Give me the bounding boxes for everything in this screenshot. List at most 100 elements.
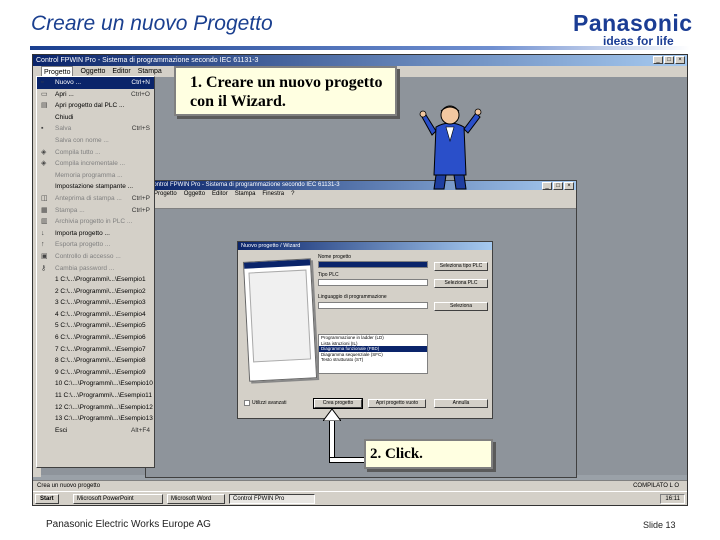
close-icon[interactable]: × <box>564 182 574 190</box>
menu-item-label: Memoria programma ... <box>55 171 123 179</box>
menu-item-label: Controllo di accesso ... <box>55 252 121 260</box>
menu-item[interactable]: ◫ Anteprima di stampa ... Ctrl+P <box>37 193 154 205</box>
language-label: Linguaggio di programmazione <box>318 294 387 300</box>
language-list[interactable]: Programmazione in ladder (LD) Lista istru… <box>318 334 428 374</box>
language-list-item[interactable]: Testo strutturato (ST) <box>319 357 427 363</box>
taskbar-item-word[interactable]: Microsoft Word <box>167 494 225 504</box>
new-file-icon: ▫ <box>41 79 44 86</box>
select-plc-type-button[interactable]: Seleziona tipo PLC <box>434 262 488 271</box>
menu-item[interactable]: 1 C:\...\Programmi\...\Esempio1 <box>37 274 154 286</box>
create-project-button[interactable]: Crea progetto <box>313 398 363 409</box>
menu-stampa[interactable]: Stampa <box>235 190 256 199</box>
preview-icon: ◫ <box>41 194 48 202</box>
menu-item[interactable]: Salva con nome ... <box>37 135 154 147</box>
project-name-field[interactable] <box>318 261 428 268</box>
menu-item-label: 11 C:\...\Programmi\...\Esempio11 <box>55 392 152 400</box>
menu-item-label: 9 C:\...\Programmi\...\Esempio9 <box>55 368 146 376</box>
panasonic-logo: Panasonic ideas for life <box>573 10 693 48</box>
menu-item[interactable]: Impostazione stampante ... <box>37 181 154 193</box>
slide-number: Slide 13 <box>643 520 676 530</box>
menu-item[interactable]: Esci Alt+F4 <box>37 425 154 437</box>
title-divider <box>30 46 690 50</box>
arrow-head-icon <box>323 409 341 421</box>
app-screenshot: Control FPWIN Pro - Sistema di programma… <box>32 54 688 506</box>
menu-item[interactable]: 4 C:\...\Programmi\...\Esempio4 <box>37 309 154 321</box>
minimize-icon[interactable]: _ <box>653 56 663 64</box>
advanced-checkbox-label: Utilizzi avanzati <box>252 400 287 406</box>
menu-item-label: Cambia password ... <box>55 264 115 272</box>
menu-item[interactable]: 2 C:\...\Programmi\...\Esempio2 <box>37 286 154 298</box>
menu-item[interactable]: ▣ Controllo di accesso ... <box>37 251 154 263</box>
checkbox-box[interactable] <box>244 400 250 406</box>
menu-item-shortcut: Ctrl+O <box>131 90 150 98</box>
menu-item[interactable]: 8 C:\...\Programmi\...\Esempio8 <box>37 355 154 367</box>
menu-item-label: Nuovo ... <box>55 79 82 86</box>
advanced-checkbox[interactable]: Utilizzi avanzati <box>244 400 286 406</box>
menu-oggetto[interactable]: Oggetto <box>184 190 205 199</box>
taskbar-item-fpwin[interactable]: Control FPWIN Pro <box>229 494 315 504</box>
menu-item[interactable]: 7 C:\...\Programmi\...\Esempio7 <box>37 344 154 356</box>
start-button[interactable]: Start <box>35 494 59 504</box>
menu-item[interactable]: ▥ Archivia progetto in PLC ... <box>37 216 154 228</box>
menu-item-shortcut: Ctrl+P <box>131 206 150 214</box>
menu-item-label: 8 C:\...\Programmi\...\Esempio8 <box>55 357 146 365</box>
menu-item-shortcut: Ctrl+P <box>131 194 150 202</box>
select-language-button[interactable]: Seleziona <box>434 302 488 311</box>
menu-item[interactable]: 13 C:\...\Programmi\...\Esempio13 <box>37 413 154 425</box>
menu-item-label: 7 C:\...\Programmi\...\Esempio7 <box>55 345 146 353</box>
menu-item-label: 13 C:\...\Programmi\...\Esempio13 <box>55 415 153 423</box>
dialog-title: Nuovo progetto / Wizard <box>238 242 492 250</box>
menu-finestra[interactable]: Finestra <box>262 190 284 199</box>
footer-company: Panasonic Electric Works Europe AG <box>46 519 211 530</box>
cancel-button[interactable]: Annulla <box>434 399 488 408</box>
taskbar-item-powerpoint[interactable]: Microsoft PowerPoint <box>73 494 163 504</box>
menu-item-label: 12 C:\...\Programmi\...\Esempio12 <box>55 403 153 411</box>
menu-item-label: 6 C:\...\Programmi\...\Esempio6 <box>55 334 146 342</box>
second-window-titlebar: Control FPWIN Pro - Sistema di programma… <box>146 181 576 190</box>
menu-item[interactable]: Memoria programma ... <box>37 170 154 182</box>
project-name-label: Nome progetto <box>318 254 352 260</box>
maximize-icon[interactable]: □ <box>553 182 563 190</box>
project-menu-dropdown: ▫ Nuovo ... Ctrl+N ▭ Apri ... Ctrl+O ▤ Apri pro… <box>36 76 155 468</box>
presenter-cartoon-icon <box>419 105 482 190</box>
menu-item[interactable]: 11 C:\...\Programmi\...\Esempio11 <box>37 390 154 402</box>
plc-icon: ▤ <box>41 102 48 110</box>
menu-item-label: 4 C:\...\Programmi\...\Esempio4 <box>55 310 146 318</box>
menu-item[interactable]: ◈ Compila incrementale ... <box>37 158 154 170</box>
plc-type-label: Tipo PLC <box>318 272 339 278</box>
menu-item[interactable]: ▦ Stampa ... Ctrl+P <box>37 205 154 217</box>
menu-item[interactable]: 12 C:\...\Programmi\...\Esempio12 <box>37 402 154 414</box>
menu-item-label: 10 C:\...\Programmi\...\Esempio10 <box>55 380 153 388</box>
menu-item[interactable]: 9 C:\...\Programmi\...\Esempio9 <box>37 367 154 379</box>
lock-icon: ▣ <box>41 252 48 260</box>
close-icon[interactable]: × <box>675 56 685 64</box>
menu-item[interactable]: ▫ Nuovo ... Ctrl+N <box>37 77 154 89</box>
maximize-icon[interactable]: □ <box>664 56 674 64</box>
minimize-icon[interactable]: _ <box>542 182 552 190</box>
menu-item[interactable]: 5 C:\...\Programmi\...\Esempio5 <box>37 320 154 332</box>
menu-item[interactable]: ▤ Apri progetto dal PLC ... <box>37 100 154 112</box>
menu-item[interactable]: ▭ Apri ... Ctrl+O <box>37 89 154 101</box>
menu-item[interactable]: 3 C:\...\Programmi\...\Esempio3 <box>37 297 154 309</box>
plc-type-field[interactable] <box>318 279 428 286</box>
menu-item[interactable]: ↓ Importa progetto ... <box>37 228 154 240</box>
menu-item[interactable]: 6 C:\...\Programmi\...\Esempio6 <box>37 332 154 344</box>
callout-arrow-base <box>329 457 369 463</box>
menu-item-label: 2 C:\...\Programmi\...\Esempio2 <box>55 287 146 295</box>
app-title: Control FPWIN Pro - Sistema di programma… <box>36 57 259 64</box>
menu-item-shortcut: Ctrl+N <box>131 79 150 86</box>
language-field[interactable] <box>318 302 428 309</box>
menu-editor[interactable]: Editor <box>212 190 228 199</box>
open-empty-project-button[interactable]: Apri progetto vuoto <box>368 399 426 408</box>
menu-item[interactable]: ▪ Salva Ctrl+S <box>37 123 154 135</box>
menu-item[interactable]: ◈ Compila tutto ... <box>37 147 154 159</box>
menu-item[interactable]: Chiudi <box>37 112 154 124</box>
menu-progetto[interactable]: Progetto <box>154 190 177 199</box>
menu--[interactable]: ? <box>291 190 294 199</box>
menu-item-label: Salva <box>55 125 72 133</box>
menu-item[interactable]: ↑ Esporta progetto ... <box>37 239 154 251</box>
select-plc-button[interactable]: Seleziona PLC <box>434 279 488 288</box>
menu-item-label: Impostazione stampante ... <box>55 183 134 191</box>
menu-item[interactable]: ⚷ Cambia password ... <box>37 263 154 275</box>
menu-item[interactable]: 10 C:\...\Programmi\...\Esempio10 <box>37 378 154 390</box>
